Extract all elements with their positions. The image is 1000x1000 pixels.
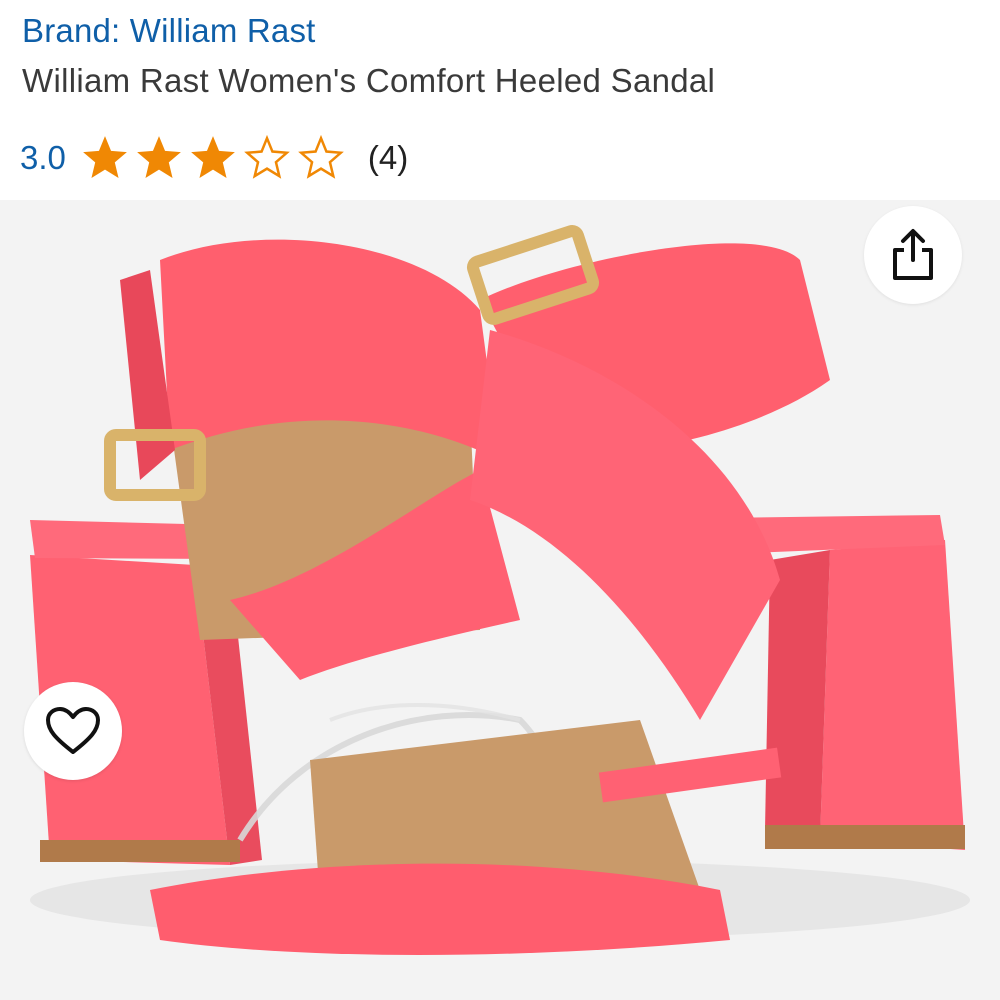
product-image-panel[interactable] [0,200,1000,1000]
rating-row[interactable]: 3.0 (4) [20,130,408,186]
star-outline-icon-5 [298,134,344,179]
share-button[interactable] [864,206,962,304]
heart-icon [46,707,100,754]
brand-link[interactable]: Brand: William Rast [22,12,316,50]
star-icon-1 [83,136,127,178]
wishlist-button[interactable] [24,682,122,780]
product-photo [30,225,970,955]
rating-value: 3.0 [20,139,66,176]
review-count-link[interactable]: (4) [368,139,408,177]
star-outline-icon-4 [244,134,290,179]
star-icon-3 [191,136,235,178]
share-icon [893,229,933,280]
star-rating[interactable] [80,133,350,183]
star-icon-2 [137,136,181,178]
product-title: William Rast Women's Comfort Heeled Sand… [22,62,716,99]
